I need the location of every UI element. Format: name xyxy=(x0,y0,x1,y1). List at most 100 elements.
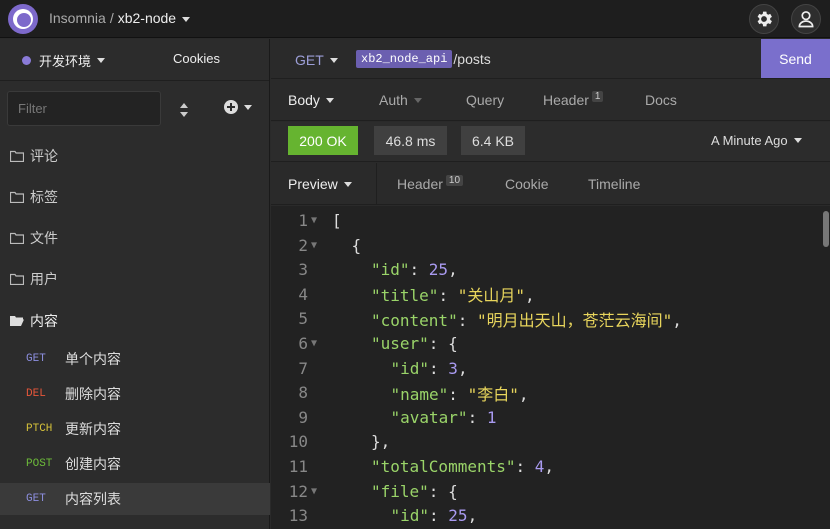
json-key: "name" xyxy=(390,384,449,404)
sort-icon[interactable] xyxy=(178,103,190,117)
tab-label: Auth xyxy=(379,92,408,108)
json-punctuation: , xyxy=(672,310,682,330)
json-punctuation: }, xyxy=(371,432,391,452)
environment-row: 开发环境 Cookies xyxy=(0,39,269,81)
chevron-down-icon[interactable] xyxy=(182,16,191,22)
settings-button[interactable] xyxy=(749,4,779,34)
request-label: 内容列表 xyxy=(65,491,121,507)
line-number: 1 xyxy=(298,211,308,230)
header-count-badge: 1 xyxy=(591,90,604,102)
tab-label: Header xyxy=(543,92,589,108)
url-input[interactable]: xb2_node_api /posts xyxy=(356,50,491,68)
json-punctuation: : { xyxy=(428,334,458,353)
insomnia-logo-icon[interactable] xyxy=(8,4,38,34)
breadcrumb-separator: / xyxy=(109,10,114,26)
code-line: 1 ▼ [ xyxy=(271,208,821,233)
request-label: 创建内容 xyxy=(65,456,121,472)
sidebar-request[interactable]: PTCH 更新内容 xyxy=(0,413,270,445)
fold-arrow-icon[interactable]: ▼ xyxy=(308,486,322,497)
code-line: 3 "id": 25, xyxy=(271,257,821,282)
folder-label: 评论 xyxy=(30,148,58,164)
environment-color-dot xyxy=(22,56,31,65)
sidebar-folder[interactable]: 文件 xyxy=(0,222,270,254)
sidebar-request[interactable]: POST 创建内容 xyxy=(0,448,270,480)
sidebar-request[interactable]: GET 单个内容 xyxy=(0,343,270,375)
tab-preview[interactable]: Preview xyxy=(288,176,352,192)
environment-variable-chip[interactable]: xb2_node_api xyxy=(356,50,453,68)
json-punctuation: , xyxy=(544,457,555,476)
sidebar-folder[interactable]: 标签 xyxy=(0,181,270,213)
sidebar-request[interactable]: GET 内容列表 xyxy=(0,483,270,515)
scrollbar[interactable] xyxy=(823,211,829,247)
line-number: 13 xyxy=(288,506,308,526)
environment-label: 开发环境 xyxy=(39,54,92,69)
fold-arrow-icon[interactable]: ▼ xyxy=(308,338,322,349)
code-text: "user": { xyxy=(322,334,458,353)
add-button[interactable] xyxy=(224,100,252,114)
folder-label: 文件 xyxy=(30,230,58,246)
json-key: "totalComments" xyxy=(371,457,516,476)
line-number: 11 xyxy=(288,457,308,476)
app-name[interactable]: Insomnia xyxy=(49,10,106,26)
status-badge: 200 OK xyxy=(288,126,358,155)
line-number: 3 xyxy=(298,260,308,280)
sidebar-folder[interactable]: 评论 xyxy=(0,140,270,172)
chevron-down-icon xyxy=(329,57,338,63)
line-number: 10 xyxy=(288,432,308,452)
json-punctuation: : xyxy=(457,310,477,330)
folder-open-icon xyxy=(10,316,24,326)
tab-cookie[interactable]: Cookie xyxy=(505,176,549,192)
tab-response-header[interactable]: Header 10 xyxy=(397,174,464,192)
json-string: "明月出天山，苍茫云海间" xyxy=(476,310,673,330)
json-punctuation: , xyxy=(448,260,458,280)
tab-timeline[interactable]: Timeline xyxy=(588,176,640,192)
request-label: 单个内容 xyxy=(65,351,121,367)
cookies-button[interactable]: Cookies xyxy=(173,51,220,66)
breadcrumb[interactable]: Insomnia / xb2-node xyxy=(49,10,191,26)
json-punctuation: : xyxy=(467,407,487,427)
sidebar-folder[interactable]: 用户 xyxy=(0,263,270,295)
json-punctuation: : xyxy=(409,260,429,280)
send-button[interactable]: Send xyxy=(761,39,830,78)
tab-auth[interactable]: Auth xyxy=(379,92,422,108)
folder-icon xyxy=(10,150,24,162)
code-line: 8 "name": "李白", xyxy=(271,380,821,405)
response-tabs: Preview Header 10 Cookie Timeline xyxy=(271,163,830,205)
filter-row xyxy=(0,81,269,129)
tab-label: Query xyxy=(466,92,505,108)
json-punctuation: : { xyxy=(428,481,458,501)
workspace-name[interactable]: xb2-node xyxy=(118,10,176,26)
tab-docs[interactable]: Docs xyxy=(645,92,677,108)
sidebar: 开发环境 Cookies 评论标签文件用户内容 GET 单个内容 DEL 删除内容 PT… xyxy=(0,39,270,529)
fold-arrow-icon[interactable]: ▼ xyxy=(308,240,322,251)
user-icon xyxy=(798,11,814,28)
code-text: [ xyxy=(322,211,342,230)
line-number: 7 xyxy=(298,358,308,378)
sidebar-request[interactable]: DEL 删除内容 xyxy=(0,378,270,410)
response-history-selector[interactable]: A Minute Ago xyxy=(711,133,802,148)
json-punctuation: [ xyxy=(332,211,342,230)
json-number: 3 xyxy=(448,358,458,378)
response-body-viewer[interactable]: 1 ▼[2 ▼{3 "id": 25, 4 "title": "关山月", 5 "conten… xyxy=(271,206,830,529)
method-selector[interactable]: GET xyxy=(295,52,338,68)
request-method-badge: POST xyxy=(26,458,53,470)
tab-label: Docs xyxy=(645,92,677,108)
chevron-down-icon xyxy=(325,97,334,103)
code-text: { xyxy=(322,236,362,255)
tab-header[interactable]: Header 1 xyxy=(543,90,604,108)
gear-icon xyxy=(757,11,772,27)
sidebar-folder[interactable]: 内容 xyxy=(0,305,270,337)
filter-input[interactable] xyxy=(7,91,161,126)
environment-selector[interactable]: 开发环境 xyxy=(22,51,106,70)
json-string: "李白" xyxy=(467,384,519,404)
json-punctuation: : xyxy=(429,358,449,378)
response-size-badge: 6.4 KB xyxy=(461,126,525,155)
tab-label: Body xyxy=(288,92,320,108)
fold-arrow-icon[interactable]: ▼ xyxy=(308,215,322,226)
folder-label: 用户 xyxy=(30,271,58,287)
tab-body[interactable]: Body xyxy=(288,92,334,108)
code-line: 2 ▼ { xyxy=(271,233,821,258)
tab-query[interactable]: Query xyxy=(466,92,504,108)
json-key: "file" xyxy=(371,481,429,501)
account-button[interactable] xyxy=(791,4,821,34)
